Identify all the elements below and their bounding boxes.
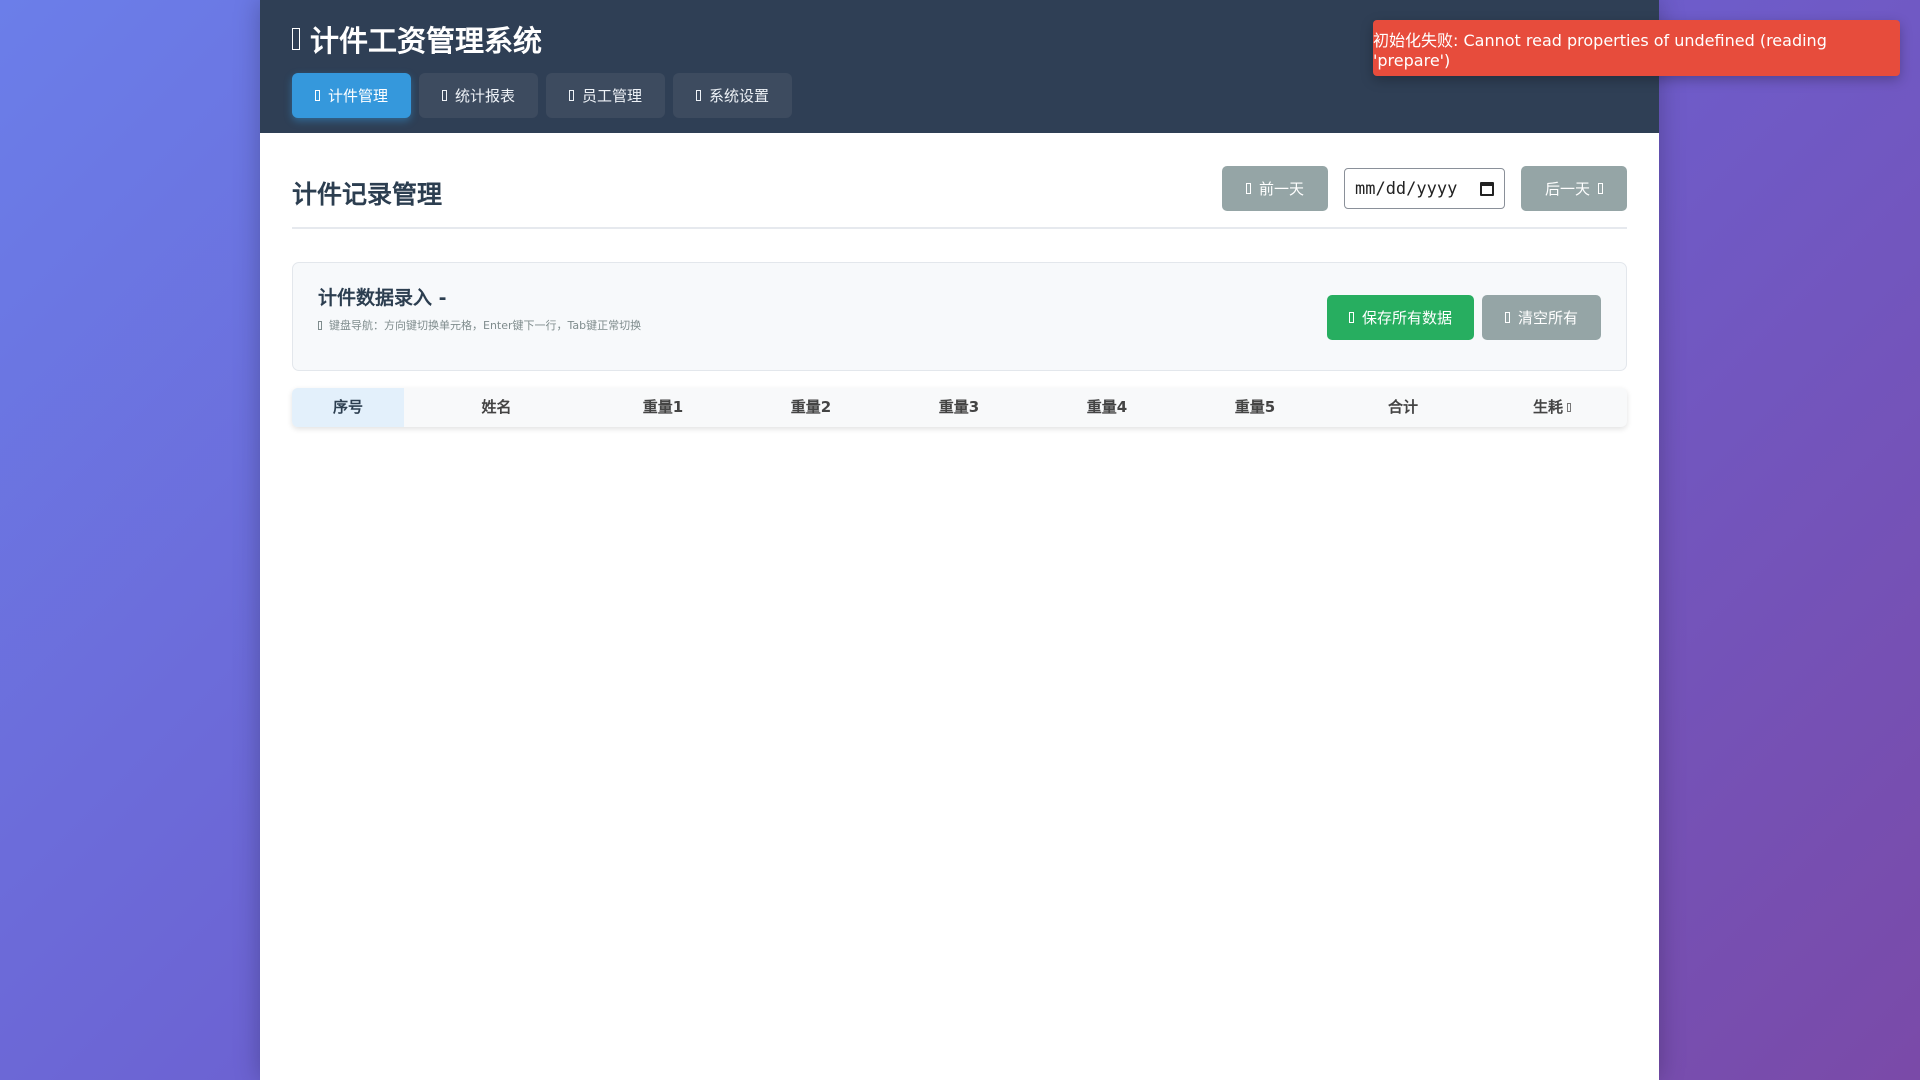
column-header-weight1[interactable]: 重量1 — [589, 388, 737, 427]
trash-icon — [1504, 312, 1510, 323]
tab-label: 系统设置 — [708, 87, 769, 105]
chevron-left-icon — [1245, 183, 1251, 194]
error-toast-message: 初始化失败: Cannot read properties of undefin… — [1373, 30, 1827, 70]
tab-piecework[interactable]: 计件管理 — [292, 73, 411, 118]
keyboard-hint-text: 键盘导航：方向键切换单元格，Enter键下一行，Tab键正常切换 — [329, 319, 642, 332]
column-header-total[interactable]: 合计 — [1329, 388, 1477, 427]
date-picker-input[interactable]: mm/dd/yyyy — [1343, 168, 1505, 209]
main-content: 计件记录管理 前一天 mm/dd/yyyy 后一天 计件数据录入 - 键盘导航：… — [260, 133, 1659, 427]
column-header-weight4[interactable]: 重量4 — [1033, 388, 1181, 427]
next-day-label: 后一天 — [1544, 180, 1590, 198]
column-header-weight5[interactable]: 重量5 — [1181, 388, 1329, 427]
column-header-seq[interactable]: 序号 — [292, 388, 404, 427]
error-toast: 初始化失败: Cannot read properties of undefin… — [1373, 20, 1900, 76]
tab-label: 员工管理 — [581, 87, 642, 105]
app-window: 计件工资管理系统 计件管理 统计报表 员工管理 系统设置 计件记录管理 前一天 … — [260, 0, 1659, 1080]
date-controls: 前一天 mm/dd/yyyy 后一天 — [1221, 166, 1627, 211]
keyboard-hint: 键盘导航：方向键切换单元格，Enter键下一行，Tab键正常切换 — [318, 317, 641, 333]
main-nav: 计件管理 统计报表 员工管理 系统设置 — [292, 73, 792, 118]
entry-title: 计件数据录入 - — [318, 287, 447, 309]
tab-reports[interactable]: 统计报表 — [419, 73, 538, 118]
page-title: 计件记录管理 — [292, 180, 443, 209]
sort-icon — [1567, 403, 1571, 412]
save-all-button[interactable]: 保存所有数据 — [1327, 295, 1474, 340]
save-icon — [1348, 312, 1354, 323]
tab-label: 计件管理 — [327, 87, 388, 105]
clear-all-label: 清空所有 — [1517, 309, 1578, 327]
column-header-loss-label: 生耗 — [1532, 398, 1563, 416]
users-icon — [568, 90, 574, 101]
settings-icon — [695, 90, 701, 101]
keyboard-icon — [318, 320, 322, 330]
piecework-table: 序号 姓名 重量1 重量2 重量3 重量4 重量5 合计 生耗 — [292, 388, 1627, 427]
edit-icon — [314, 90, 320, 101]
column-header-weight2[interactable]: 重量2 — [737, 388, 885, 427]
date-placeholder: mm/dd/yyyy — [1354, 178, 1458, 199]
entry-actions: 保存所有数据 清空所有 — [1327, 295, 1601, 340]
prev-day-label: 前一天 — [1258, 180, 1304, 198]
entry-panel: 计件数据录入 - 键盘导航：方向键切换单元格，Enter键下一行，Tab键正常切… — [292, 262, 1627, 371]
clear-all-button[interactable]: 清空所有 — [1482, 295, 1601, 340]
chart-icon — [441, 90, 447, 101]
tab-employees[interactable]: 员工管理 — [546, 73, 665, 118]
next-day-button[interactable]: 后一天 — [1520, 166, 1627, 211]
save-all-label: 保存所有数据 — [1361, 309, 1452, 327]
prev-day-button[interactable]: 前一天 — [1221, 166, 1328, 211]
table-header-row: 序号 姓名 重量1 重量2 重量3 重量4 重量5 合计 生耗 — [292, 388, 1627, 427]
column-header-weight3[interactable]: 重量3 — [885, 388, 1033, 427]
tab-settings[interactable]: 系统设置 — [673, 73, 792, 118]
calendar-icon[interactable] — [1479, 181, 1494, 196]
chevron-right-icon — [1598, 183, 1603, 194]
app-title: 计件工资管理系统 — [292, 18, 542, 60]
app-logo-icon — [292, 28, 300, 50]
app-title-text: 计件工资管理系统 — [310, 24, 543, 58]
column-header-name[interactable]: 姓名 — [404, 388, 589, 427]
page-header: 计件记录管理 前一天 mm/dd/yyyy 后一天 — [292, 133, 1627, 229]
column-header-loss[interactable]: 生耗 — [1477, 388, 1627, 427]
tab-label: 统计报表 — [454, 87, 515, 105]
